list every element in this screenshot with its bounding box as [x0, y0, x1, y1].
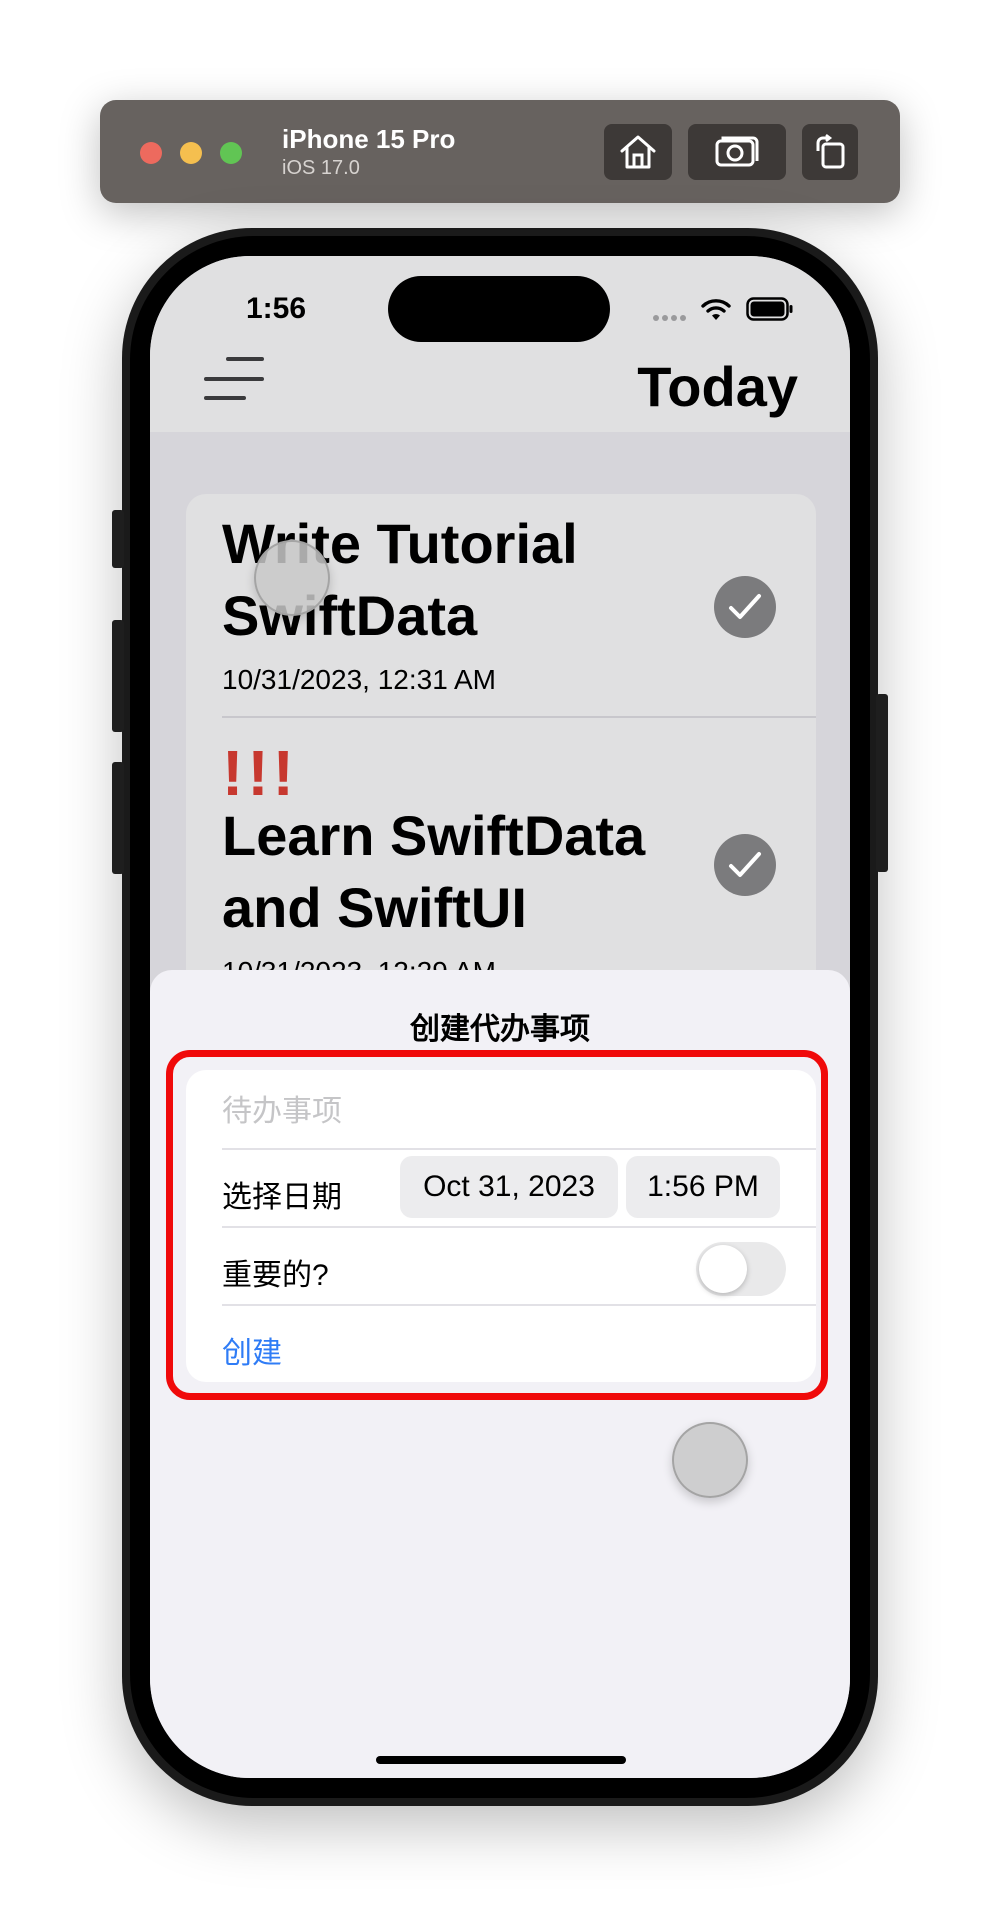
home-indicator[interactable]: [376, 1756, 626, 1764]
touch-indicator: [672, 1422, 748, 1498]
complete-toggle[interactable]: [714, 576, 776, 638]
menu-icon[interactable]: [200, 354, 266, 404]
todo-title-line1: Learn SwiftData: [222, 804, 646, 867]
checkmark-icon: [729, 594, 761, 619]
navigation-bar: 1:56 Today: [150, 256, 850, 432]
volume-up-button: [112, 620, 124, 732]
action-button: [112, 510, 124, 568]
complete-toggle[interactable]: [714, 834, 776, 896]
device-name: iPhone 15 Pro: [282, 124, 456, 154]
zoom-window-button[interactable]: [220, 142, 242, 164]
power-button: [876, 694, 888, 872]
page-title: Today: [637, 355, 798, 418]
volume-down-button: [112, 762, 124, 874]
phone-screen: 1:56 Today Write Tutorial SwiftData 10/3…: [150, 256, 850, 1778]
camera-icon: [715, 136, 759, 167]
close-window-button[interactable]: [140, 142, 162, 164]
priority-marker: !!!: [222, 737, 298, 809]
rotate-icon: [816, 134, 845, 169]
minimize-window-button[interactable]: [180, 142, 202, 164]
home-icon: [620, 135, 656, 169]
row-divider: [222, 716, 816, 718]
rotate-button[interactable]: [802, 124, 858, 180]
cellular-signal-icon: [653, 315, 686, 321]
screenshot-button[interactable]: [688, 124, 786, 180]
wifi-icon: [701, 299, 731, 320]
os-version: iOS 17.0: [282, 157, 360, 179]
home-button[interactable]: [604, 124, 672, 180]
status-time: 1:56: [246, 292, 307, 325]
sheet-title: 创建代办事项: [410, 1013, 590, 1046]
dynamic-island: [388, 276, 610, 342]
highlight-box: [166, 1050, 828, 1400]
todo-date: 10/31/2023, 12:31 AM: [222, 664, 496, 695]
checkmark-icon: [729, 852, 761, 877]
todo-title-line2: and SwiftUI: [222, 876, 527, 939]
battery-icon: [746, 297, 793, 321]
touch-indicator: [254, 540, 330, 616]
